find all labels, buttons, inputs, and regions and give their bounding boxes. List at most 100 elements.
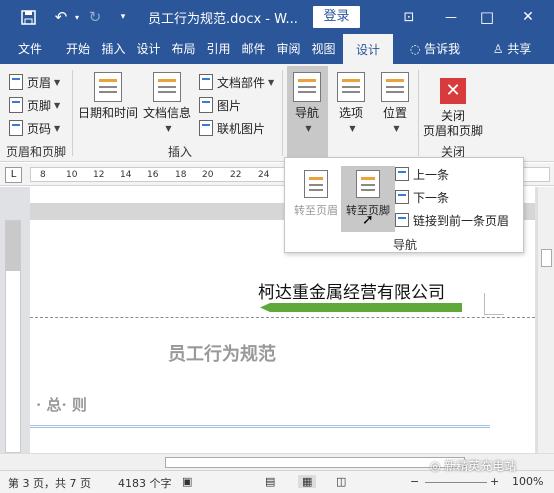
footer-button[interactable]: 页脚 ▼ [9,94,60,116]
tab-references[interactable]: 引用 [202,34,235,64]
customize-icon[interactable]: ▾ [116,7,130,27]
tab-tell-me[interactable]: ◌ 告诉我 [400,34,470,64]
previous-button[interactable]: 上一条 [395,164,449,184]
chevron-down-icon: ▼ [165,124,172,133]
navigation-dropdown: 转至页眉 转至页脚 上一条 下一条 链接到前一条页眉 导航 [284,157,524,253]
chevron-down-icon: ▼ [349,124,356,133]
footer-icon [9,97,23,113]
maximize-icon[interactable]: □ [476,7,498,27]
group-separator [418,70,419,156]
options-icon [337,72,365,102]
section-heading: · 总· 则 [36,396,87,414]
lightbulb-icon: ◌ [409,42,425,56]
vertical-ruler-margin [6,221,20,271]
read-mode-icon[interactable]: ▤ [265,475,275,488]
tab-review[interactable]: 审阅 [272,34,305,64]
ribbon-display-icon[interactable]: ⊡ [398,7,420,27]
tab-home[interactable]: 开始 [60,34,96,64]
next-button[interactable]: 下一条 [395,187,449,207]
ruler-number: 16 [147,170,159,180]
tab-selector[interactable]: L [5,167,22,183]
ruler-number: 22 [230,170,242,180]
horizontal-scroll-thumb[interactable] [165,457,465,468]
header-company-name[interactable]: 柯达重金属经营有限公司 [258,278,445,303]
document-info-icon [153,72,181,102]
header-button[interactable]: 页眉 ▼ [9,71,60,93]
zoom-slider[interactable] [425,482,487,483]
zoom-in-icon[interactable]: + [490,475,499,488]
undo-dropdown-icon[interactable]: ▾ [72,7,82,27]
navigation-button[interactable]: 导航 ▼ [293,72,321,136]
chevron-down-icon: ▼ [54,123,61,133]
group-separator [282,70,283,156]
group-label-header-footer: 页眉和页脚 [5,145,66,159]
document-title: 员工行为规范 [168,344,276,365]
chevron-down-icon: ▼ [54,100,61,110]
web-layout-icon[interactable]: ◫ [336,475,346,488]
ruler-number: 18 [175,170,187,180]
undo-icon[interactable]: ↶ [50,7,72,27]
link-to-previous-button[interactable]: 链接到前一条页眉 [395,210,509,230]
heading-underline [30,425,490,428]
goto-header-button[interactable]: 转至页眉 [289,166,343,232]
login-button[interactable]: 登录 [313,6,360,28]
arrow-annotation [260,303,462,312]
ruler-number: 20 [202,170,214,180]
navigation-icon [293,72,321,102]
tab-header-footer-design[interactable]: 设计 [343,34,393,64]
header-corner-mark [484,293,504,315]
ruler-number: 24 [258,170,270,180]
vertical-scroll-thumb[interactable] [541,249,552,267]
goto-footer-icon [356,170,380,198]
ribbon-tabs: 文件 开始 插入 设计 布局 引用 邮件 审阅 视图 设计 ◌ 告诉我 ♙ 共享 [0,34,554,64]
person-icon: ♙ [492,42,508,56]
chevron-down-icon: ▼ [305,124,312,133]
page-number-button[interactable]: 页码 ▼ [9,117,60,139]
word-count[interactable]: 4183 个字 [118,475,172,491]
redo-icon[interactable]: ↻ [84,7,106,27]
close-header-footer-button[interactable]: ✕ 关闭 页眉和页脚 [423,78,483,139]
document-parts-button[interactable]: 文档部件 ▼ [199,71,274,93]
header-icon [9,74,23,90]
previous-icon [395,167,409,181]
close-window-icon[interactable]: ✕ [517,7,539,27]
ruler-number: 14 [120,170,132,180]
picture-button[interactable]: 图片 [199,94,241,116]
group-label-insert: 插入 [167,145,192,159]
print-layout-icon[interactable]: ▦ [298,475,317,488]
document-parts-icon [199,74,213,90]
goto-header-icon [304,170,328,198]
proofing-icon[interactable]: ▣ [182,475,192,488]
tab-file[interactable]: 文件 [8,34,52,64]
window-title: 员工行为规范.docx - W... [148,12,298,27]
position-button[interactable]: 位置 ▼ [381,72,409,136]
save-icon[interactable] [18,7,38,27]
minimize-icon[interactable]: — [440,7,462,27]
document-info-button[interactable]: 文档信息 ▼ [143,72,191,136]
options-button[interactable]: 选项 ▼ [337,72,365,136]
close-icon: ✕ [440,78,466,104]
tab-mailings[interactable]: 邮件 [237,34,270,64]
zoom-out-icon[interactable]: − [410,475,419,488]
next-icon [395,190,409,204]
zoom-level[interactable]: 100% [512,475,543,488]
vertical-scrollbar[interactable] [537,187,554,453]
position-icon [381,72,409,102]
share-button[interactable]: ♙ 共享 [482,34,542,64]
picture-icon [199,97,213,113]
ruler-number: 8 [40,170,46,180]
group-separator [72,70,73,156]
calendar-icon [94,72,122,102]
chevron-down-icon: ▼ [393,124,400,133]
online-picture-button[interactable]: 联机图片 [199,117,265,139]
tab-insert[interactable]: 插入 [97,34,130,64]
tab-view[interactable]: 视图 [307,34,340,64]
header-boundary [30,317,535,318]
ruler-number: 12 [93,170,105,180]
date-time-button[interactable]: 日期和时间 [78,72,138,121]
mouse-cursor-icon: ➚ [362,212,374,228]
tab-layout[interactable]: 布局 [167,34,200,64]
page-count[interactable]: 第 3 页，共 7 页 [8,475,91,491]
tab-design[interactable]: 设计 [132,34,165,64]
watermark: ◎ 新精英充电站 [430,459,517,473]
